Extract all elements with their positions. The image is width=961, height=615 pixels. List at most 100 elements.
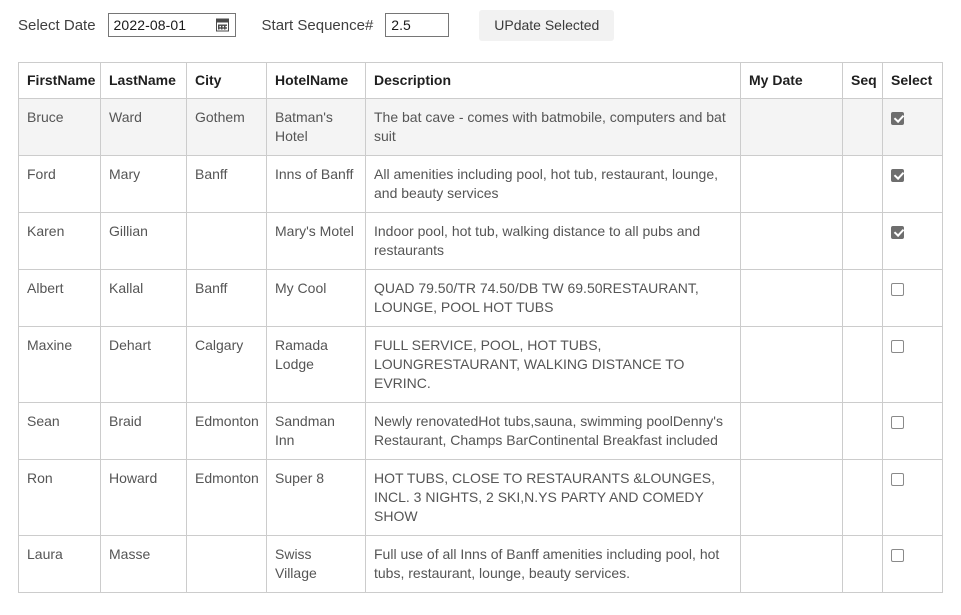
update-selected-button[interactable]: UPdate Selected bbox=[479, 9, 615, 41]
column-header-firstname[interactable]: FirstName bbox=[18, 62, 101, 99]
cell-mydate bbox=[740, 212, 843, 270]
cell-firstname: Ron bbox=[18, 459, 101, 536]
cell-hotelname: Super 8 bbox=[266, 459, 366, 536]
cell-city: Gothem bbox=[186, 98, 267, 156]
cell-description: Indoor pool, hot tub, walking distance t… bbox=[365, 212, 741, 270]
start-sequence-label: Start Sequence# bbox=[261, 16, 374, 34]
cell-mydate bbox=[740, 459, 843, 536]
cell-description: FULL SERVICE, POOL, HOT TUBS, LOUNGRESTA… bbox=[365, 326, 741, 403]
cell-firstname: Laura bbox=[18, 535, 101, 593]
table-row[interactable]: Maxine Dehart Calgary Ramada Lodge FULL SERV… bbox=[18, 326, 943, 403]
cell-seq bbox=[842, 535, 883, 593]
cell-hotelname: Batman's Hotel bbox=[266, 98, 366, 156]
cell-city: Banff bbox=[186, 155, 267, 213]
cell-select bbox=[882, 535, 943, 593]
table-row[interactable]: Karen Gillian Mary's Motel Indoor pool, hot… bbox=[18, 212, 943, 270]
row-select-checkbox[interactable] bbox=[891, 472, 904, 486]
select-date-input[interactable]: 2022-08-01 bbox=[107, 13, 236, 37]
cell-select bbox=[882, 212, 943, 270]
table-row[interactable]: Sean Braid Edmonton Sandman Inn Newly renova… bbox=[18, 402, 943, 460]
cell-seq bbox=[842, 269, 883, 327]
cell-lastname: Dehart bbox=[100, 326, 187, 403]
cell-select bbox=[882, 402, 943, 460]
cell-seq bbox=[842, 98, 883, 156]
table-row[interactable]: Bruce Ward Gothem Batman's Hotel The bat cav… bbox=[18, 98, 943, 156]
cell-mydate bbox=[740, 98, 843, 156]
cell-description: Newly renovatedHot tubs,sauna, swimming … bbox=[365, 402, 741, 460]
cell-lastname: Gillian bbox=[100, 212, 187, 270]
cell-select bbox=[882, 459, 943, 536]
cell-seq bbox=[842, 212, 883, 270]
cell-select bbox=[882, 155, 943, 213]
cell-lastname: Howard bbox=[100, 459, 187, 536]
column-header-description[interactable]: Description bbox=[365, 62, 741, 99]
table-row[interactable]: Ron Howard Edmonton Super 8 HOT TUBS, CLOSE … bbox=[18, 459, 943, 536]
cell-hotelname: Ramada Lodge bbox=[266, 326, 366, 403]
cell-hotelname: My Cool bbox=[266, 269, 366, 327]
cell-select bbox=[882, 326, 943, 403]
table-header: FirstName LastName City HotelName Descri… bbox=[18, 62, 943, 99]
row-select-checkbox[interactable] bbox=[891, 282, 904, 296]
column-header-seq[interactable]: Seq bbox=[842, 62, 883, 99]
cell-mydate bbox=[740, 155, 843, 213]
select-date-label: Select Date bbox=[18, 16, 96, 34]
cell-mydate bbox=[740, 535, 843, 593]
cell-description: QUAD 79.50/TR 74.50/DB TW 69.50RESTAURAN… bbox=[365, 269, 741, 327]
cell-seq bbox=[842, 459, 883, 536]
cell-mydate bbox=[740, 269, 843, 327]
table-row[interactable]: Ford Mary Banff Inns of Banff All amenities … bbox=[18, 155, 943, 213]
row-select-checkbox[interactable] bbox=[891, 339, 904, 353]
cell-select bbox=[882, 98, 943, 156]
hotel-bookings-table: FirstName LastName City HotelName Descri… bbox=[18, 62, 943, 593]
cell-city: Calgary bbox=[186, 326, 267, 403]
cell-firstname: Ford bbox=[18, 155, 101, 213]
column-header-mydate[interactable]: My Date bbox=[740, 62, 843, 99]
row-select-checkbox[interactable] bbox=[891, 548, 904, 562]
cell-lastname: Mary bbox=[100, 155, 187, 213]
cell-firstname: Maxine bbox=[18, 326, 101, 403]
row-select-checkbox[interactable] bbox=[891, 168, 904, 182]
table-body: Bruce Ward Gothem Batman's Hotel The bat cav… bbox=[18, 98, 943, 593]
start-sequence-value: 2.5 bbox=[391, 17, 411, 33]
column-header-city[interactable]: City bbox=[186, 62, 267, 99]
cell-firstname: Sean bbox=[18, 402, 101, 460]
cell-firstname: Bruce bbox=[18, 98, 101, 156]
cell-description: All amenities including pool, hot tub, r… bbox=[365, 155, 741, 213]
row-select-checkbox[interactable] bbox=[891, 415, 904, 429]
cell-firstname: Albert bbox=[18, 269, 101, 327]
cell-seq bbox=[842, 326, 883, 403]
cell-city: Edmonton bbox=[186, 402, 267, 460]
row-select-checkbox[interactable] bbox=[891, 225, 904, 239]
cell-description: Full use of all Inns of Banff amenities … bbox=[365, 535, 741, 593]
cell-mydate bbox=[740, 326, 843, 403]
cell-city bbox=[186, 212, 267, 270]
cell-city: Banff bbox=[186, 269, 267, 327]
cell-lastname: Braid bbox=[100, 402, 187, 460]
select-date-value: 2022-08-01 bbox=[113, 17, 187, 33]
cell-hotelname: Sandman Inn bbox=[266, 402, 366, 460]
cell-hotelname: Swiss Village bbox=[266, 535, 366, 593]
calendar-icon[interactable] bbox=[215, 18, 229, 32]
table-row[interactable]: Laura Masse Swiss Village Full use of all I… bbox=[18, 535, 943, 593]
cell-select bbox=[882, 269, 943, 327]
cell-firstname: Karen bbox=[18, 212, 101, 270]
row-select-checkbox[interactable] bbox=[891, 111, 904, 125]
cell-seq bbox=[842, 402, 883, 460]
start-sequence-input[interactable]: 2.5 bbox=[385, 13, 450, 37]
filter-toolbar: Select Date 2022-08-01 Start Sequence# 2… bbox=[18, 8, 615, 42]
cell-description: HOT TUBS, CLOSE TO RESTAURANTS &LOUNGES,… bbox=[365, 459, 741, 536]
cell-lastname: Kallal bbox=[100, 269, 187, 327]
cell-city: Edmonton bbox=[186, 459, 267, 536]
table-row[interactable]: Albert Kallal Banff My Cool QUAD 79.50/TR 74… bbox=[18, 269, 943, 327]
column-header-lastname[interactable]: LastName bbox=[100, 62, 187, 99]
cell-city bbox=[186, 535, 267, 593]
cell-description: The bat cave - comes with batmobile, com… bbox=[365, 98, 741, 156]
table-header-row: FirstName LastName City HotelName Descri… bbox=[18, 62, 943, 99]
cell-mydate bbox=[740, 402, 843, 460]
cell-hotelname: Mary's Motel bbox=[266, 212, 366, 270]
cell-lastname: Masse bbox=[100, 535, 187, 593]
cell-hotelname: Inns of Banff bbox=[266, 155, 366, 213]
column-header-hotelname[interactable]: HotelName bbox=[266, 62, 366, 99]
column-header-select[interactable]: Select bbox=[882, 62, 943, 99]
cell-lastname: Ward bbox=[100, 98, 187, 156]
